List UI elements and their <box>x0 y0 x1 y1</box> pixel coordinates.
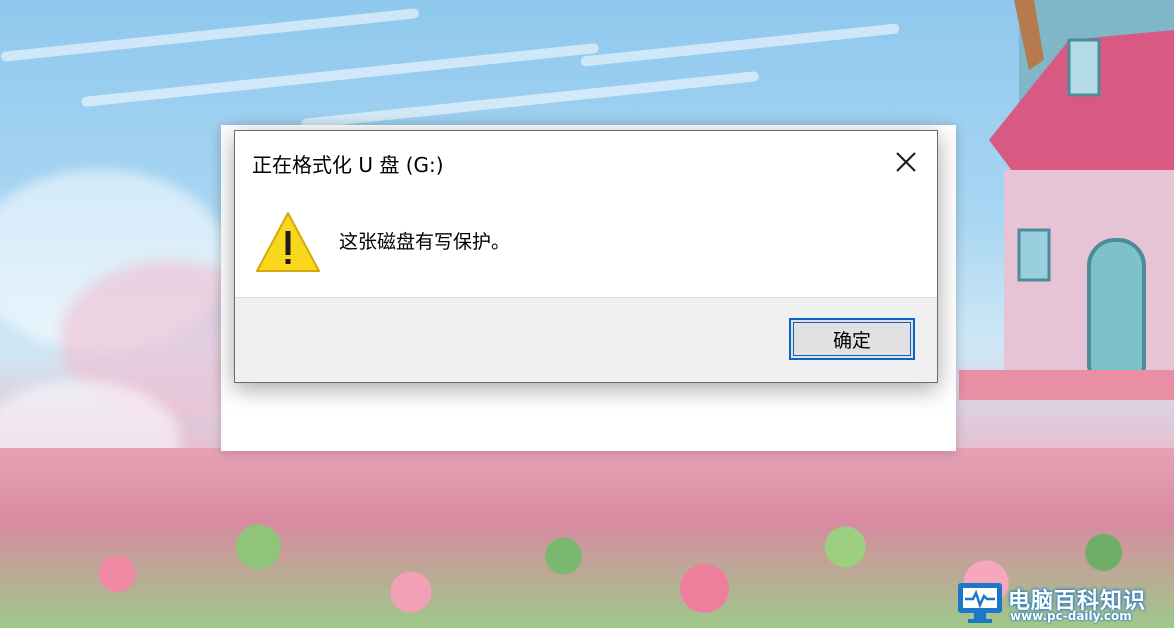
dialog-title: 正在格式化 U 盘 (G:) <box>252 153 444 177</box>
close-button[interactable] <box>889 145 923 179</box>
sky-streak <box>0 8 420 62</box>
warning-triangle-icon <box>256 212 320 272</box>
watermark-url: www.pc-daily.com <box>1010 609 1132 623</box>
site-watermark-logo: 电脑百科知识 www.pc-daily.com <box>954 580 1170 626</box>
ok-button[interactable]: 确定 <box>789 318 915 360</box>
dialog-message: 这张磁盘有写保护。 <box>339 231 511 253</box>
sky-streak <box>300 70 760 130</box>
sky-streak <box>580 23 900 67</box>
dialog-body: 这张磁盘有写保护。 <box>235 193 937 297</box>
dialog-button-bar: 确定 <box>235 297 937 382</box>
dialog-titlebar[interactable]: 正在格式化 U 盘 (G:) <box>235 131 937 193</box>
castle-house-illustration <box>959 0 1174 400</box>
monitor-icon <box>958 583 1002 623</box>
close-icon <box>896 152 916 172</box>
error-dialog: 正在格式化 U 盘 (G:) 这张磁盘有写保护。 确定 <box>234 130 938 383</box>
